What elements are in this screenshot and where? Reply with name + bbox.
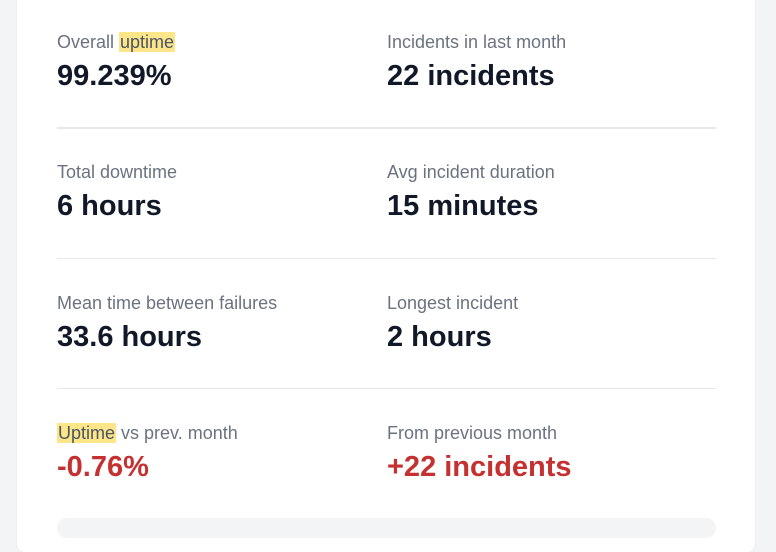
stat-label: Longest incident [387, 293, 519, 313]
stat-value: 99.239% [57, 60, 172, 92]
stat-value: 33.6 hours [57, 321, 203, 353]
stat-incidents-last-month: Incidents in last month 22 incidents [387, 30, 707, 94]
stat-label: Mean time between failures [57, 293, 278, 313]
stat-value: +22 incidents [387, 451, 572, 483]
stat-label: Avg incident duration [387, 162, 555, 182]
stat-incidents-change: From previous month +22 incidents [387, 421, 707, 485]
search-highlight: Uptime [57, 423, 117, 443]
stat-overall-uptime: Overall uptime 99.239% [57, 30, 377, 94]
label-text: Overall [57, 32, 120, 52]
stat-value: 6 hours [57, 190, 162, 222]
search-highlight: uptime [119, 32, 176, 52]
stat-mtbf: Mean time between failures 33.6 hours [57, 291, 377, 355]
divider [57, 388, 716, 389]
stat-label: Uptime vs prev. month [57, 421, 377, 445]
stat-value: 2 hours [387, 321, 492, 353]
label-text: vs prev. month [116, 423, 238, 443]
divider [57, 258, 716, 259]
stat-label: From previous month [387, 423, 558, 443]
stat-uptime-vs-prev-month: Uptime vs prev. month -0.76% [57, 421, 377, 485]
stat-value: 15 minutes [387, 190, 539, 222]
stat-label: Total downtime [57, 162, 178, 182]
stat-label: Overall uptime [57, 30, 377, 54]
next-section-panel [57, 518, 716, 538]
stat-label: Incidents in last month [387, 32, 567, 52]
stat-total-downtime: Total downtime 6 hours [57, 160, 377, 224]
stat-avg-incident-duration: Avg incident duration 15 minutes [387, 160, 707, 224]
divider [57, 127, 716, 129]
stat-value: 22 incidents [387, 60, 555, 92]
stat-value: -0.76% [57, 451, 149, 483]
stat-longest-incident: Longest incident 2 hours [387, 291, 707, 355]
